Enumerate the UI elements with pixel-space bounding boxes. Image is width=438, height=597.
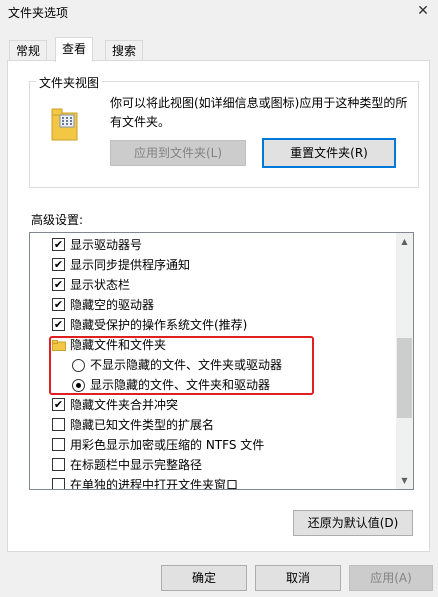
- check-icon: ✔: [53, 238, 64, 251]
- close-icon[interactable]: ✕: [414, 2, 432, 20]
- tab-search[interactable]: 搜索: [105, 40, 144, 60]
- checkbox[interactable]: [52, 438, 65, 451]
- advanced-settings-label: 高级设置:: [31, 213, 84, 227]
- check-icon: ✔: [53, 278, 64, 291]
- folder-views-description: 你可以将此视图(如详细信息或图标)应用于这种类型的所有文件夹。: [110, 96, 408, 129]
- checkbox[interactable]: ✔: [52, 318, 65, 331]
- apply-button[interactable]: 应用(A): [349, 565, 433, 591]
- apply-to-folders-button[interactable]: 应用到文件夹(L): [110, 140, 246, 166]
- reset-folders-button[interactable]: 重置文件夹(R): [262, 138, 396, 168]
- checkbox[interactable]: [52, 458, 65, 471]
- restore-defaults-button[interactable]: 还原为默认值(D): [293, 510, 413, 536]
- window-title: 文件夹选项: [8, 6, 69, 20]
- check-icon: ✔: [53, 398, 64, 411]
- highlight-annotation: [49, 336, 314, 395]
- folder-views-legend: 文件夹视图: [36, 74, 103, 91]
- checkbox[interactable]: ✔: [52, 258, 65, 271]
- scroll-up-icon[interactable]: ▲: [396, 233, 413, 250]
- tab-view[interactable]: 查看: [55, 37, 94, 62]
- checkbox[interactable]: [52, 478, 65, 489]
- check-icon: ✔: [53, 318, 64, 331]
- checkbox[interactable]: ✔: [52, 238, 65, 251]
- checkbox[interactable]: ✔: [52, 298, 65, 311]
- check-icon: ✔: [53, 298, 64, 311]
- check-icon: ✔: [53, 258, 64, 271]
- vertical-scrollbar[interactable]: ▲ ▼: [396, 233, 413, 489]
- tab-general[interactable]: 常规: [9, 40, 48, 60]
- checkbox[interactable]: ✔: [52, 398, 65, 411]
- ok-button[interactable]: 确定: [161, 565, 247, 591]
- cancel-button[interactable]: 取消: [255, 565, 341, 591]
- scroll-thumb[interactable]: [397, 338, 412, 418]
- scroll-down-icon[interactable]: ▼: [396, 472, 413, 489]
- folder-view-icon: [51, 108, 78, 141]
- checkbox[interactable]: [52, 418, 65, 431]
- checkbox[interactable]: ✔: [52, 278, 65, 291]
